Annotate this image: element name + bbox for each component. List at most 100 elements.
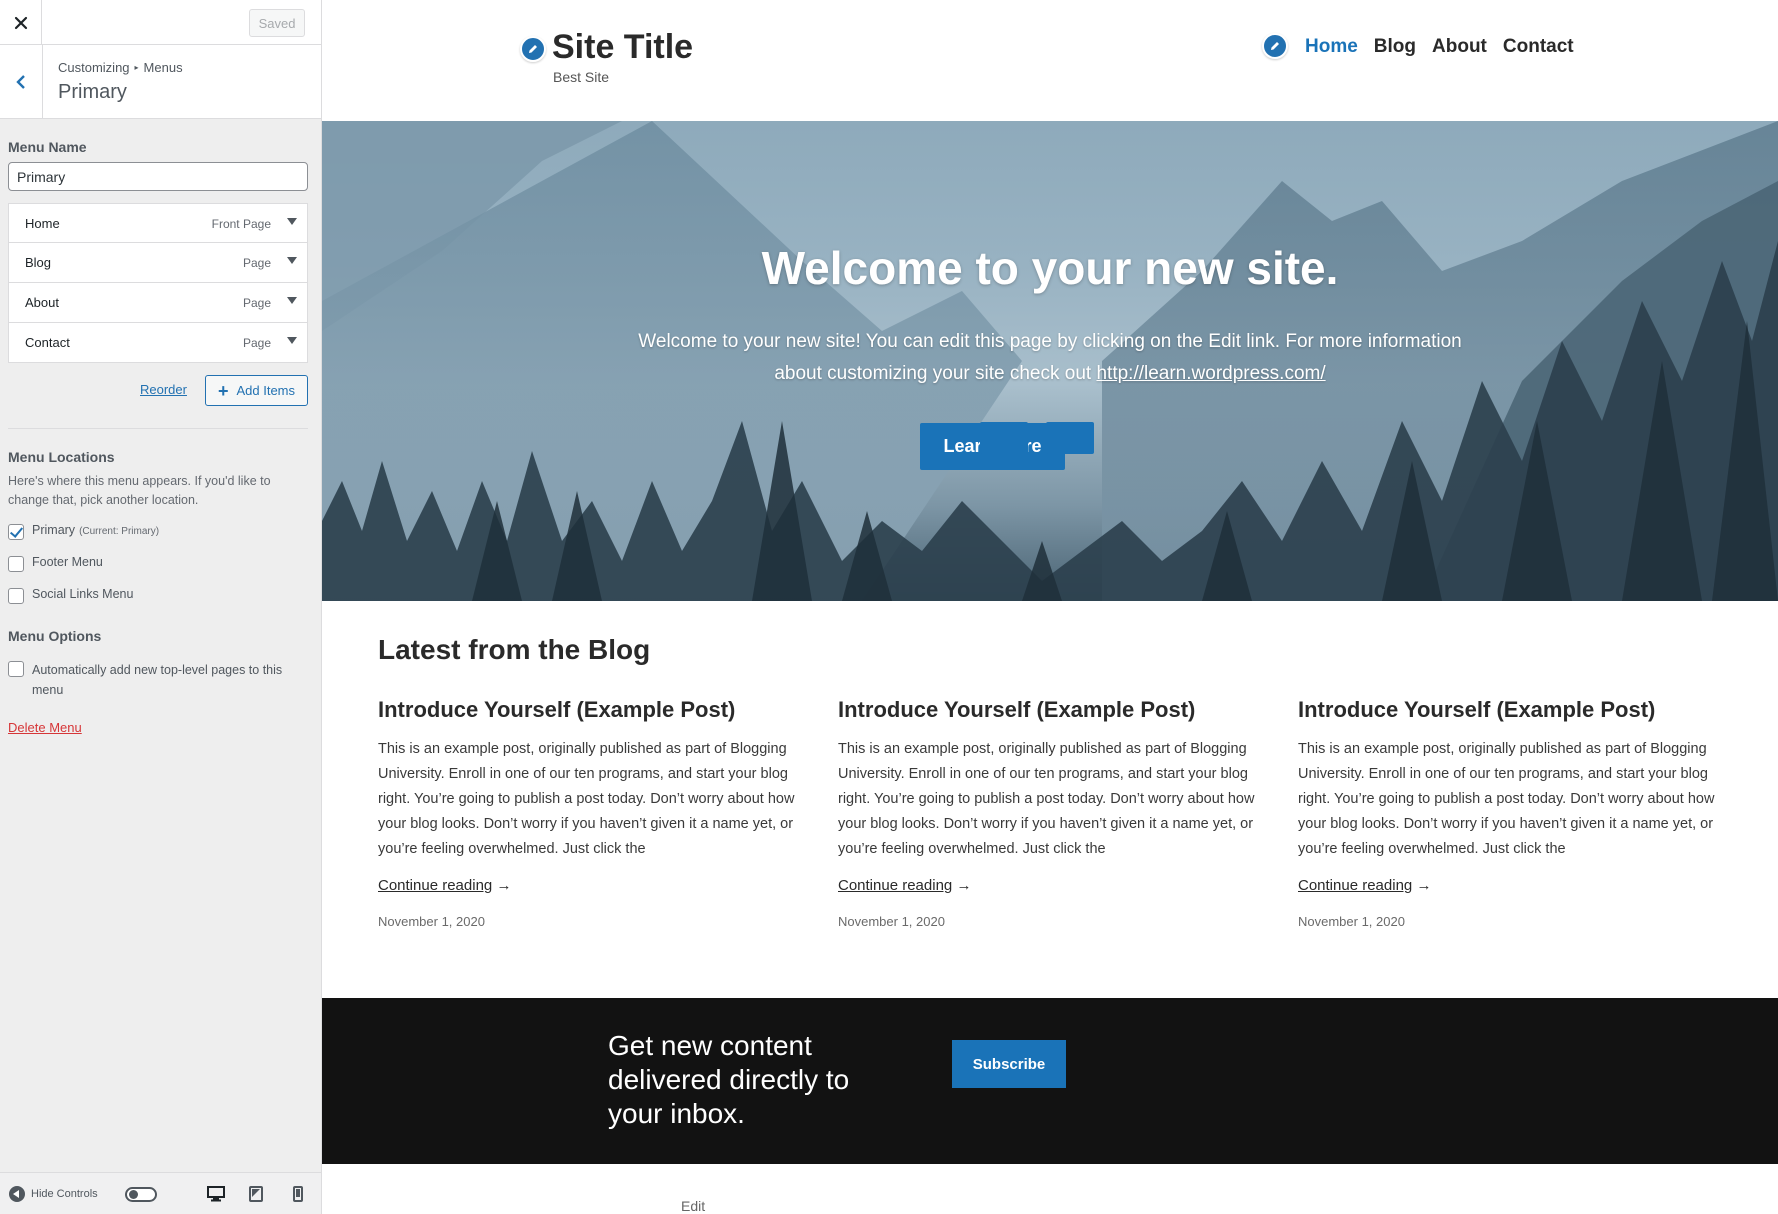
post-excerpt: This is an example post, originally publ… <box>1298 741 1715 857</box>
post-excerpt: This is an example post, originally publ… <box>838 741 1255 857</box>
chevron-left-icon <box>16 74 25 89</box>
location-primary[interactable]: Primary (Current: Primary) <box>8 523 159 540</box>
subscribe-text: Get new content delivered directly to yo… <box>608 1030 850 1129</box>
location-social-links-menu[interactable]: Social Links Menu <box>8 587 133 604</box>
continue-reading-link[interactable]: Continue reading <box>1298 877 1412 894</box>
post-date: November 1, 2020 <box>1298 914 1405 929</box>
checkbox[interactable] <box>8 588 24 604</box>
menu-item[interactable]: Contact Page <box>8 323 308 363</box>
auto-add-pages-option[interactable]: Automatically add new top-level pages to… <box>8 660 298 700</box>
menu-item[interactable]: About Page <box>8 283 308 323</box>
customizer-sidebar: Saved Customizing ▸ Menus Primary Menu Nam… <box>0 0 322 1214</box>
mobile-icon <box>293 1186 303 1202</box>
arrow-right-icon: → <box>956 877 972 894</box>
hero-text-body: Welcome to your new site! You can edit t… <box>638 331 1462 384</box>
location-sub: (Current: Primary) <box>79 526 160 537</box>
delete-menu-link[interactable]: Delete Menu <box>8 720 82 735</box>
subscribe-button[interactable]: Subscribe <box>952 1040 1066 1088</box>
blog-section: Latest from the Blog Introduce Yourself … <box>322 601 1778 998</box>
checkbox[interactable] <box>8 556 24 572</box>
location-footer-menu[interactable]: Footer Menu <box>8 555 103 572</box>
post-title[interactable]: Introduce Yourself (Example Post) <box>838 697 1278 723</box>
nav-about[interactable]: About <box>1432 36 1487 58</box>
add-items-label: Add Items <box>236 383 296 398</box>
edit-menu-shortcut[interactable] <box>1262 33 1288 59</box>
learn-wordpress-link[interactable]: http://learn.wordpress.com/ <box>1096 363 1325 384</box>
breadcrumb-root: Customizing <box>58 60 130 75</box>
empty-button[interactable] <box>980 422 1028 454</box>
desktop-icon <box>207 1186 225 1202</box>
nav-blog[interactable]: Blog <box>1374 36 1416 58</box>
menu-options-label: Menu Options <box>8 628 102 644</box>
mobile-preview-button[interactable] <box>288 1185 308 1203</box>
location-label: Footer Menu <box>32 555 103 569</box>
menu-item-title: About <box>25 295 59 310</box>
menu-items-list: Home Front Page Blog Page About Page Con… <box>8 203 308 363</box>
subscribe-band: Get new content delivered directly to yo… <box>322 998 1778 1164</box>
continue-reading: Continue reading → <box>1298 877 1738 894</box>
arrow-right-icon: → <box>496 877 512 894</box>
continue-reading: Continue reading → <box>378 877 818 894</box>
pencil-icon <box>1271 42 1279 50</box>
close-customizer-button[interactable] <box>0 0 42 45</box>
menu-item-type: Page <box>242 296 271 310</box>
menu-item-title: Home <box>25 216 60 231</box>
continue-reading: Continue reading → <box>838 877 1278 894</box>
menu-locations-label: Menu Locations <box>8 449 115 465</box>
blog-post: Introduce Yourself (Example Post) This i… <box>1298 697 1738 929</box>
saved-button[interactable]: Saved <box>249 9 305 37</box>
empty-button[interactable] <box>1046 422 1094 454</box>
menu-name-label: Menu Name <box>8 139 87 155</box>
site-navigation: Home Blog About Contact <box>1305 36 1574 58</box>
blog-post: Introduce Yourself (Example Post) This i… <box>378 697 818 929</box>
menu-item[interactable]: Blog Page <box>8 243 308 283</box>
edit-link[interactable]: Edit <box>681 1198 705 1214</box>
hide-controls-button[interactable]: Hide Controls <box>9 1186 98 1202</box>
back-button[interactable] <box>0 45 43 118</box>
hide-controls-label: Hide Controls <box>31 1188 98 1200</box>
nav-home[interactable]: Home <box>1305 36 1358 58</box>
caret-down-icon[interactable] <box>287 337 297 344</box>
post-title[interactable]: Introduce Yourself (Example Post) <box>1298 697 1738 723</box>
menu-item-title: Blog <box>25 255 52 270</box>
caret-down-icon[interactable] <box>287 257 297 264</box>
menu-item-type: Front Page <box>211 217 271 231</box>
post-excerpt: This is an example post, originally publ… <box>378 741 795 857</box>
sidebar-footer: Hide Controls <box>0 1172 321 1214</box>
caret-down-icon[interactable] <box>287 218 297 225</box>
menu-item-type: Page <box>242 256 271 270</box>
edit-site-title-shortcut[interactable] <box>520 36 546 62</box>
breadcrumb-current: Menus <box>143 60 183 75</box>
post-title[interactable]: Introduce Yourself (Example Post) <box>378 697 818 723</box>
sidebar-topbar: Saved <box>0 0 321 45</box>
menu-item-title: Contact <box>25 335 70 350</box>
hero-cover: Welcome to your new site. Welcome to you… <box>322 121 1778 601</box>
checkbox[interactable] <box>8 661 24 677</box>
continue-reading-link[interactable]: Continue reading <box>838 877 952 894</box>
reorder-link[interactable]: Reorder <box>140 382 187 397</box>
breadcrumb-separator-icon: ▸ <box>134 63 139 72</box>
auto-add-label: Automatically add new top-level pages to… <box>32 663 283 697</box>
hero-title: Welcome to your new site. <box>761 242 1339 294</box>
menu-name-input[interactable] <box>8 162 308 191</box>
pencil-icon <box>529 45 537 53</box>
hero-text: Welcome to your new site! You can edit t… <box>622 326 1478 390</box>
site-preview: Site Title Best Site Home Blog About Con… <box>322 0 1778 1214</box>
caret-down-icon[interactable] <box>287 297 297 304</box>
site-title[interactable]: Site Title <box>552 28 693 67</box>
menu-item[interactable]: Home Front Page <box>8 203 308 243</box>
site-header: Site Title Best Site Home Blog About Con… <box>322 0 1778 121</box>
post-date: November 1, 2020 <box>838 914 945 929</box>
tablet-preview-button[interactable] <box>246 1185 266 1203</box>
close-icon <box>14 16 27 29</box>
menu-locations-description: Here's where this menu appears. If you'd… <box>8 474 271 507</box>
checkbox-checked[interactable] <box>8 524 24 540</box>
menu-item-type: Page <box>242 336 271 350</box>
toggle-switch[interactable] <box>125 1187 157 1202</box>
collapse-icon <box>9 1186 25 1202</box>
add-items-button[interactable]: + Add Items <box>205 375 308 406</box>
nav-contact[interactable]: Contact <box>1503 36 1574 58</box>
continue-reading-link[interactable]: Continue reading <box>378 877 492 894</box>
desktop-preview-button[interactable] <box>206 1185 226 1203</box>
plus-icon: + <box>217 380 229 401</box>
